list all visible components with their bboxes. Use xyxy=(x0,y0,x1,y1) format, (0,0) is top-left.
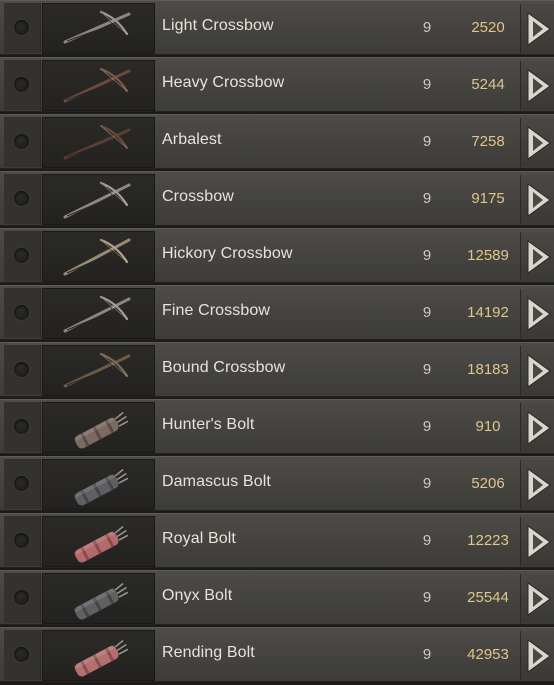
item-tier: 9 xyxy=(422,304,432,321)
select-radio[interactable] xyxy=(14,191,29,206)
item-thumbnail xyxy=(42,573,155,624)
item-tier: 9 xyxy=(422,190,432,207)
item-row[interactable]: Bound Crossbow 9 18183 xyxy=(0,342,554,397)
item-price: 5244 xyxy=(471,76,505,93)
select-radio[interactable] xyxy=(14,77,29,92)
select-cell[interactable] xyxy=(4,288,41,338)
select-arrow-button[interactable] xyxy=(520,403,554,452)
item-name: Crossbow xyxy=(162,188,234,205)
item-tier: 9 xyxy=(422,19,432,36)
item-name: Hickory Crossbow xyxy=(162,245,293,262)
item-thumbnail xyxy=(42,231,155,282)
item-row[interactable]: Crossbow 9 9175 xyxy=(0,171,554,226)
item-tier: 9 xyxy=(422,247,432,264)
select-arrow-button[interactable] xyxy=(520,175,554,224)
item-row[interactable]: Arbalest 9 7258 xyxy=(0,114,554,169)
item-name: Hunter's Bolt xyxy=(162,416,255,433)
select-radio[interactable] xyxy=(14,476,29,491)
select-cell[interactable] xyxy=(4,630,41,680)
item-name: Onyx Bolt xyxy=(162,587,233,604)
item-row[interactable]: Royal Bolt 9 12223 xyxy=(0,513,554,568)
item-tier: 9 xyxy=(422,133,432,150)
select-radio[interactable] xyxy=(14,362,29,377)
item-price: 18183 xyxy=(467,361,509,378)
item-tier: 9 xyxy=(422,589,432,606)
item-row[interactable]: Damascus Bolt 9 5206 xyxy=(0,456,554,511)
select-radio[interactable] xyxy=(14,134,29,149)
select-radio[interactable] xyxy=(14,248,29,263)
select-cell[interactable] xyxy=(4,117,41,167)
select-arrow-button[interactable] xyxy=(520,460,554,509)
select-radio[interactable] xyxy=(14,533,29,548)
select-radio[interactable] xyxy=(14,590,29,605)
item-row[interactable]: Hunter's Bolt 9 910 xyxy=(0,399,554,454)
item-name: Fine Crossbow xyxy=(162,302,271,319)
select-radio[interactable] xyxy=(14,20,29,35)
item-row[interactable]: Fine Crossbow 9 14192 xyxy=(0,285,554,340)
item-list: Light Crossbow 9 2520 Heavy Crossbow 9 5… xyxy=(0,0,554,685)
item-row[interactable]: Onyx Bolt 9 25544 xyxy=(0,570,554,625)
select-arrow-button[interactable] xyxy=(520,574,554,623)
item-price: 42953 xyxy=(467,646,509,663)
select-radio[interactable] xyxy=(14,419,29,434)
item-thumbnail xyxy=(42,345,155,396)
select-cell[interactable] xyxy=(4,402,41,452)
item-price: 2520 xyxy=(471,19,505,36)
item-name: Arbalest xyxy=(162,131,222,148)
item-thumbnail xyxy=(42,117,155,168)
select-cell[interactable] xyxy=(4,459,41,509)
item-thumbnail xyxy=(42,60,155,111)
item-price: 14192 xyxy=(467,304,509,321)
select-arrow-button[interactable] xyxy=(520,232,554,281)
select-cell[interactable] xyxy=(4,174,41,224)
select-arrow-button[interactable] xyxy=(520,517,554,566)
select-arrow-button[interactable] xyxy=(520,346,554,395)
item-price: 7258 xyxy=(471,133,505,150)
item-tier: 9 xyxy=(422,532,432,549)
select-arrow-button[interactable] xyxy=(520,631,554,680)
item-price: 9175 xyxy=(471,190,505,207)
select-arrow-button[interactable] xyxy=(520,4,554,53)
select-cell[interactable] xyxy=(4,231,41,281)
item-tier: 9 xyxy=(422,361,432,378)
item-row[interactable]: Rending Bolt 9 42953 xyxy=(0,627,554,682)
select-arrow-button[interactable] xyxy=(520,61,554,110)
item-tier: 9 xyxy=(422,418,432,435)
item-name: Heavy Crossbow xyxy=(162,74,285,91)
item-row[interactable]: Heavy Crossbow 9 5244 xyxy=(0,57,554,112)
select-cell[interactable] xyxy=(4,3,41,53)
select-arrow-button[interactable] xyxy=(520,118,554,167)
select-radio[interactable] xyxy=(14,305,29,320)
item-tier: 9 xyxy=(422,76,432,93)
item-row[interactable]: Light Crossbow 9 2520 xyxy=(0,0,554,55)
item-thumbnail xyxy=(42,402,155,453)
select-cell[interactable] xyxy=(4,516,41,566)
select-cell[interactable] xyxy=(4,60,41,110)
item-thumbnail xyxy=(42,3,155,54)
item-thumbnail xyxy=(42,630,155,681)
select-cell[interactable] xyxy=(4,345,41,395)
item-tier: 9 xyxy=(422,646,432,663)
item-name: Light Crossbow xyxy=(162,17,274,34)
item-price: 5206 xyxy=(471,475,505,492)
item-thumbnail xyxy=(42,516,155,567)
item-tier: 9 xyxy=(422,475,432,492)
item-thumbnail xyxy=(42,459,155,510)
select-arrow-button[interactable] xyxy=(520,289,554,338)
item-price: 910 xyxy=(475,418,501,435)
select-cell[interactable] xyxy=(4,573,41,623)
item-thumbnail xyxy=(42,174,155,225)
item-thumbnail xyxy=(42,288,155,339)
item-price: 25544 xyxy=(467,589,509,606)
item-name: Damascus Bolt xyxy=(162,473,271,490)
item-name: Royal Bolt xyxy=(162,530,236,547)
select-radio[interactable] xyxy=(14,647,29,662)
item-price: 12589 xyxy=(467,247,509,264)
item-name: Bound Crossbow xyxy=(162,359,286,376)
item-price: 12223 xyxy=(467,532,509,549)
item-row[interactable]: Hickory Crossbow 9 12589 xyxy=(0,228,554,283)
item-name: Rending Bolt xyxy=(162,644,255,661)
